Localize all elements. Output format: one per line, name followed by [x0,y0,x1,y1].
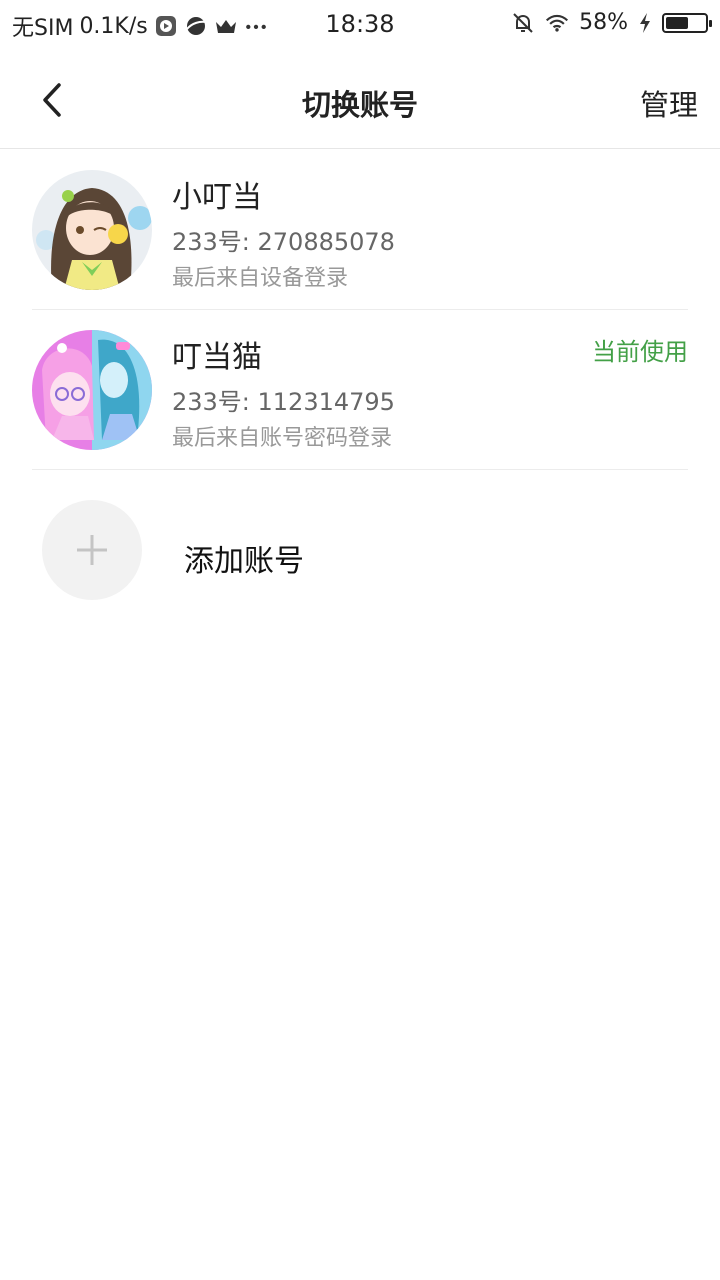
account-id: 233号: 270885078 [172,228,395,256]
wifi-icon [545,11,569,35]
status-right: 58% [511,10,712,35]
add-account-label: 添加账号 [184,544,304,579]
account-item-1[interactable]: 小叮当 233号: 270885078 最后来自设备登录 [32,150,688,310]
avatar [32,170,152,290]
account-login-method: 最后来自设备登录 [172,266,349,291]
avatar [32,330,152,450]
add-account-button[interactable]: 添加账号 [32,500,688,604]
manage-button[interactable]: 管理 [640,82,698,124]
add-circle [42,500,142,600]
bell-off-icon [511,11,535,35]
battery-fill [666,16,689,29]
battery-icon [662,12,712,33]
current-account-badge: 当前使用 [592,338,688,366]
battery-percent: 58% [579,10,628,35]
account-item-2[interactable]: 叮当猫 233号: 112314795 最后来自账号密码登录 当前使用 [32,310,688,470]
plus-icon [77,535,107,565]
account-name: 小叮当 [172,180,262,215]
nav-header: 切换账号 管理 [0,52,720,149]
account-login-method: 最后来自账号密码登录 [172,426,393,451]
page-title: 切换账号 [301,88,418,122]
status-bar: 无SIM 0.1K/s 18:38 58% [0,0,720,52]
account-name: 叮当猫 [172,340,262,375]
charging-icon [638,11,652,35]
account-id: 233号: 112314795 [172,388,395,416]
